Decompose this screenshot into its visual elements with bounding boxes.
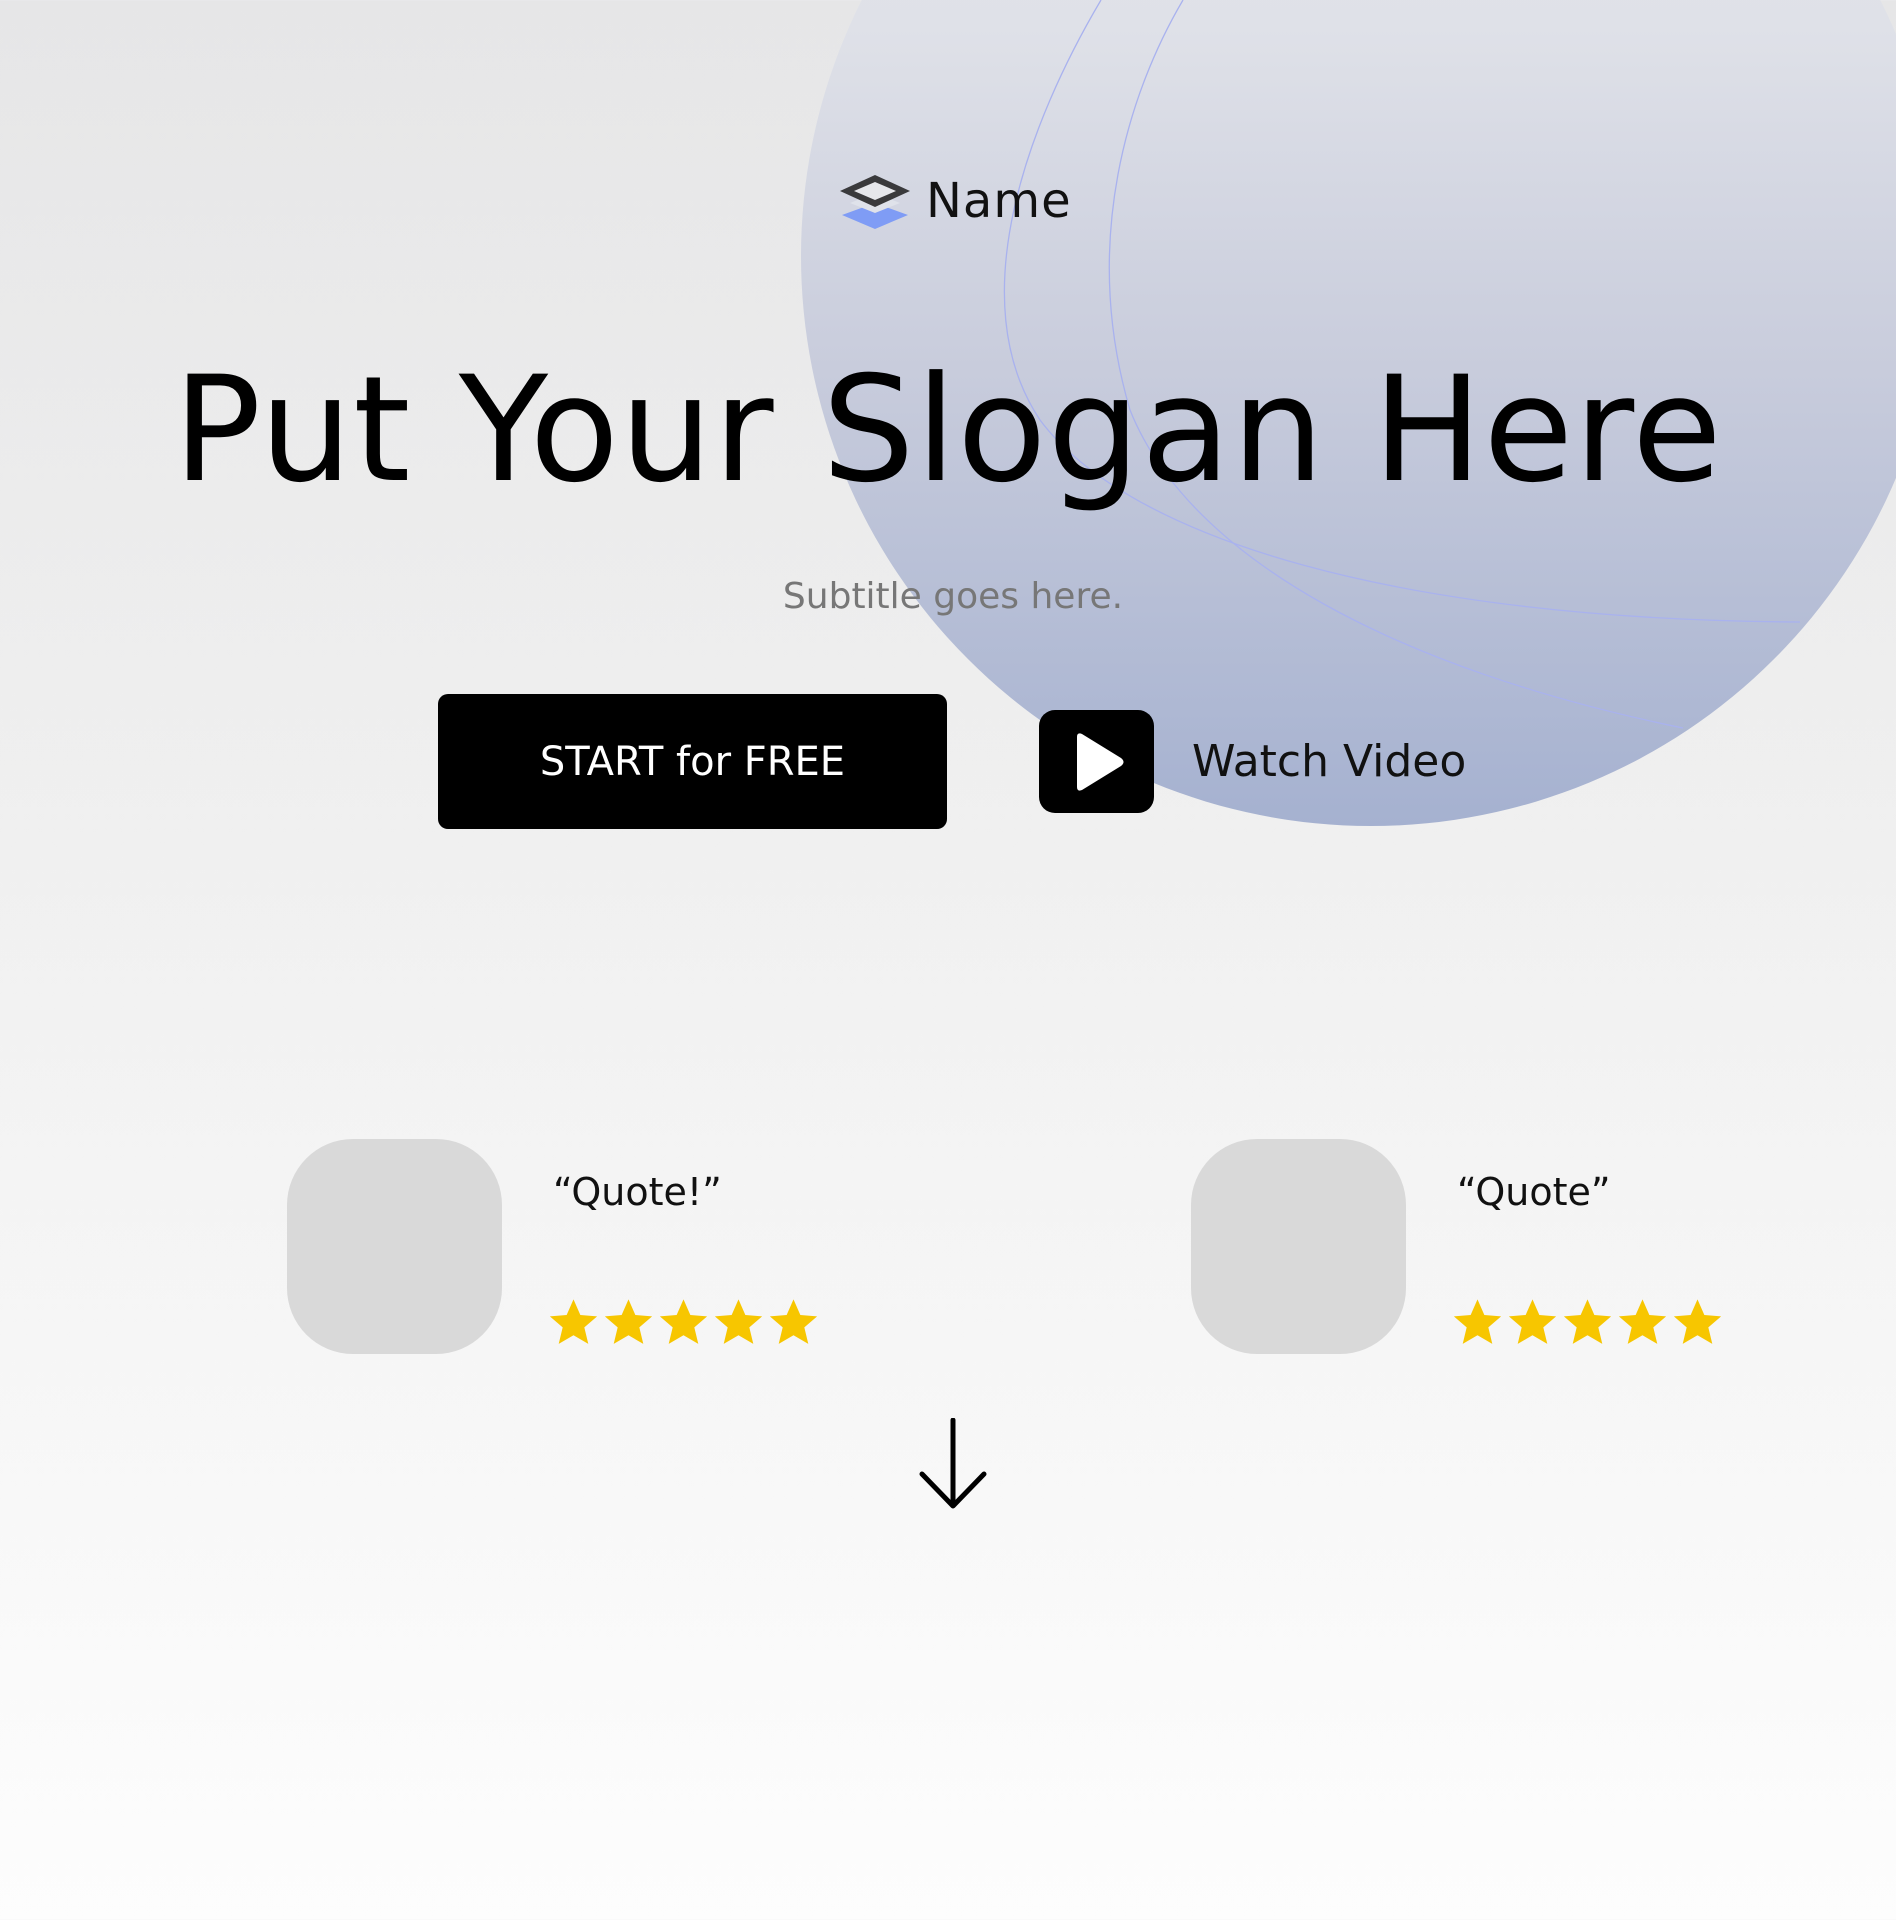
watch-video-button[interactable]: Watch Video [1039, 710, 1466, 813]
layers-icon [838, 169, 912, 233]
subtitle: Subtitle goes here. [782, 576, 1124, 617]
star-icon [1673, 1299, 1722, 1344]
testimonial-quote: “Quote!” [553, 1170, 722, 1214]
brand-name: Name [926, 173, 1072, 229]
star-icon [714, 1299, 763, 1344]
page-title: Put Your Slogan Here [173, 345, 1723, 515]
star-icon [769, 1299, 818, 1344]
arrow-down-icon[interactable] [916, 1418, 990, 1510]
start-for-free-button[interactable]: START for FREE [438, 694, 947, 829]
star-rating [547, 1296, 820, 1349]
start-button-label: START for FREE [539, 738, 846, 785]
star-icon [659, 1299, 708, 1344]
watch-video-label: Watch Video [1192, 736, 1467, 787]
star-icon [1618, 1299, 1667, 1344]
avatar [1191, 1139, 1406, 1354]
star-icon [1508, 1299, 1557, 1344]
star-icon [1563, 1299, 1612, 1344]
testimonial-quote: “Quote” [1457, 1170, 1611, 1214]
testimonial-card: “Quote!” [287, 1139, 847, 1379]
star-icon [1453, 1299, 1502, 1344]
star-rating [1451, 1296, 1724, 1349]
star-icon [549, 1299, 598, 1344]
brand[interactable]: Name [838, 166, 1072, 236]
avatar [287, 1139, 502, 1354]
play-icon[interactable] [1039, 710, 1154, 813]
star-icon [604, 1299, 653, 1344]
landing-hero: Name Put Your Slogan Here Subtitle goes … [0, 0, 1896, 1920]
testimonial-card: “Quote” [1191, 1139, 1751, 1379]
